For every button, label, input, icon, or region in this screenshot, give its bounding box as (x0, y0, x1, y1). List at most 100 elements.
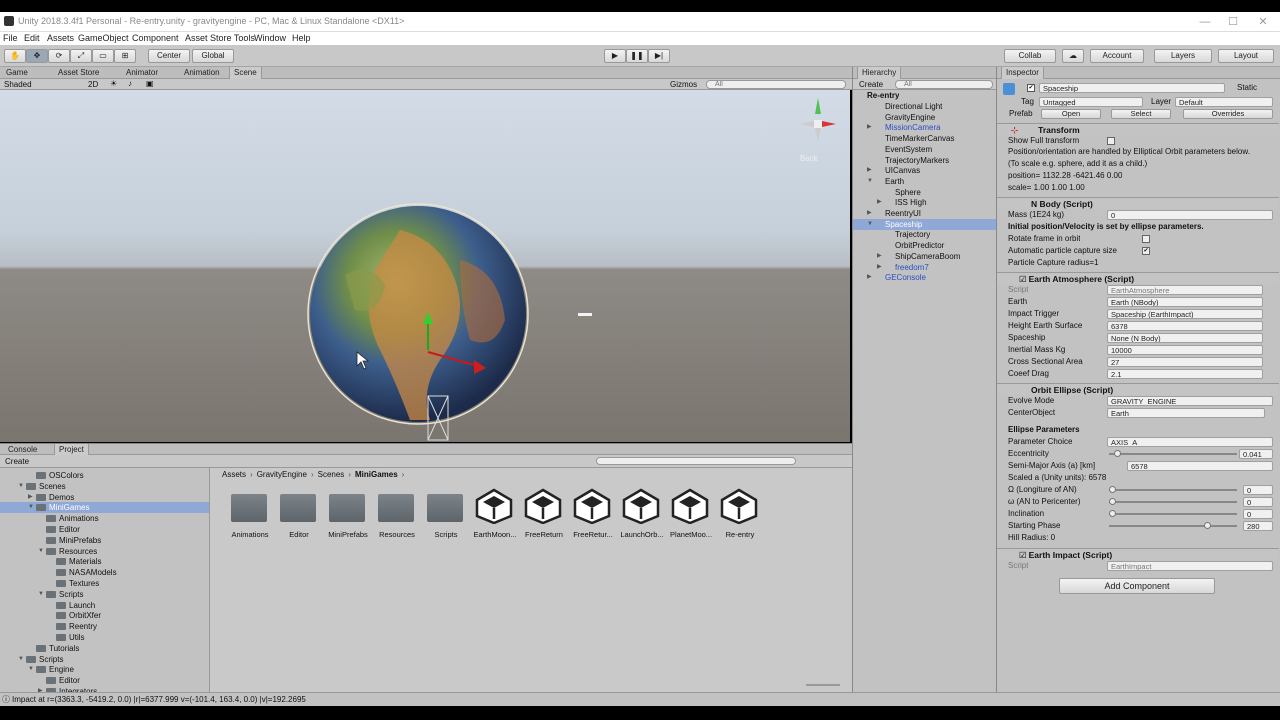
menu-file[interactable]: File (3, 33, 18, 43)
object-name-field[interactable]: Spaceship (1039, 83, 1225, 93)
project-tree-item[interactable]: Editor (0, 524, 209, 535)
project-tree-item[interactable]: ▼ Scripts (0, 589, 209, 600)
breadcrumb-item[interactable]: Scenes (318, 470, 345, 479)
eccentricity-slider-knob[interactable] (1114, 450, 1121, 457)
pivot-global-button[interactable]: Global (192, 49, 234, 63)
prefab-open-button[interactable]: Open (1041, 109, 1101, 119)
expand-arrow-icon[interactable]: ▼ (867, 219, 873, 230)
menu-help[interactable]: Help (292, 33, 311, 43)
hand-tool-icon[interactable]: ✋ (4, 49, 26, 63)
breadcrumb-item[interactable]: Assets (222, 470, 246, 479)
breadcrumb-item[interactable]: MiniGames (355, 470, 398, 479)
orbit-slider-track[interactable] (1109, 525, 1237, 527)
menu-component[interactable]: Component (132, 33, 179, 43)
breadcrumb-item[interactable]: GravityEngine (257, 470, 307, 479)
hierarchy-item[interactable]: ▶ ISS High (853, 197, 997, 208)
static-checkbox[interactable]: Static (1237, 82, 1257, 94)
hierarchy-search-input[interactable] (895, 80, 993, 89)
center-object-field[interactable]: Earth (1107, 408, 1265, 418)
project-tree-item[interactable]: ▼ Scripts (0, 654, 209, 665)
shading-dropdown[interactable]: Shaded (4, 80, 80, 89)
project-tree-item[interactable]: OrbitXfer (0, 610, 209, 621)
rotate-tool-icon[interactable]: ⟳ (48, 49, 70, 63)
expand-arrow-icon[interactable]: ▶ (867, 165, 872, 176)
atmosphere-field-value[interactable]: 27 (1107, 357, 1263, 367)
orbit-slider-value[interactable]: 280 (1243, 521, 1273, 531)
atmosphere-field-value[interactable]: 10000 (1107, 345, 1263, 355)
tree-arrow-icon[interactable]: ▼ (38, 546, 44, 557)
orbit-slider-knob[interactable] (1109, 510, 1116, 517)
hierarchy-item[interactable]: Trajectory (853, 229, 997, 240)
move-tool-icon[interactable]: ✥ (26, 49, 48, 63)
add-component-button[interactable]: Add Component (1059, 578, 1215, 594)
expand-arrow-icon[interactable]: ▶ (867, 208, 872, 219)
lighting-icon[interactable]: ☀ (110, 79, 122, 89)
scene-view[interactable]: Back (0, 90, 850, 442)
hierarchy-item[interactable]: TimeMarkerCanvas (853, 133, 997, 144)
asset-item[interactable]: Scripts (420, 488, 470, 548)
hierarchy-item[interactable]: ▶ ReentryUI (853, 208, 997, 219)
project-tree-item[interactable]: Textures (0, 578, 209, 589)
active-checkbox[interactable]: ✔ (1027, 84, 1035, 92)
mode-2d-toggle[interactable]: 2D (88, 80, 98, 89)
pivot-center-button[interactable]: Center (148, 49, 190, 63)
asset-item[interactable]: Animations (224, 488, 274, 548)
tag-dropdown[interactable]: Untagged (1039, 97, 1143, 107)
project-tree-item[interactable]: ▼ MiniGames (0, 502, 209, 514)
expand-arrow-icon[interactable]: ▶ (877, 197, 882, 208)
collab-button[interactable]: Collab (1004, 49, 1056, 63)
orbit-slider-track[interactable] (1109, 489, 1237, 491)
tab-asset-store[interactable]: Asset Store (54, 67, 103, 79)
layer-dropdown[interactable]: Default (1175, 97, 1273, 107)
expand-arrow-icon[interactable]: ▶ (867, 122, 872, 133)
hierarchy-item[interactable]: EventSystem (853, 144, 997, 155)
hierarchy-item[interactable]: ▶ UICanvas (853, 165, 997, 176)
pause-icon[interactable]: ❚❚ (626, 49, 648, 63)
orbit-slider-track[interactable] (1109, 513, 1237, 515)
prefab-select-button[interactable]: Select (1111, 109, 1171, 119)
maximize-icon[interactable]: ☐ (1218, 14, 1248, 30)
tree-arrow-icon[interactable]: ▼ (18, 654, 24, 665)
rotate-frame-checkbox[interactable] (1142, 235, 1150, 243)
eccentricity-field[interactable]: 0.041 (1239, 449, 1273, 459)
transform-tool-icon[interactable]: ⊞ (114, 49, 136, 63)
scene-search-input[interactable] (706, 80, 846, 89)
earth-atmosphere-header[interactable]: ☑ Earth Atmosphere (Script) (997, 272, 1279, 284)
project-tree-item[interactable]: Reentry (0, 621, 209, 632)
menu-asset-store-tools[interactable]: Asset Store Tools (185, 33, 255, 43)
hierarchy-item[interactable]: ▶ MissionCamera (853, 122, 997, 133)
project-tree-item[interactable]: ▼ Resources (0, 546, 209, 557)
asset-item[interactable]: Resources (371, 488, 421, 548)
tree-arrow-icon[interactable]: ▶ (28, 492, 33, 503)
atmosphere-field-value[interactable]: None (N Body) (1107, 333, 1263, 343)
orbit-slider-value[interactable]: 0 (1243, 485, 1273, 495)
audio-icon[interactable]: ♪ (128, 79, 140, 89)
expand-arrow-icon[interactable]: ▼ (867, 176, 873, 187)
icon-size-slider[interactable] (806, 684, 840, 686)
hierarchy-item[interactable]: OrbitPredictor (853, 240, 997, 251)
project-tree-item[interactable]: ▼ Scenes (0, 481, 209, 492)
scale-tool-icon[interactable]: ⤢ (70, 49, 92, 63)
orientation-gizmo-icon[interactable] (798, 96, 838, 146)
close-icon[interactable]: ✕ (1248, 14, 1278, 30)
hierarchy-item[interactable]: Directional Light (853, 101, 997, 112)
gizmos-dropdown[interactable]: Gizmos (670, 80, 697, 89)
prefab-overrides-dropdown[interactable]: Overrides (1183, 109, 1273, 119)
hierarchy-item[interactable]: ▶ freedom7 (853, 262, 997, 273)
project-tree-item[interactable]: OSColors (0, 470, 209, 481)
menu-window[interactable]: Window (254, 33, 286, 43)
asset-item[interactable]: LaunchOrb... (616, 488, 666, 548)
project-tree-item[interactable]: ▶ Demos (0, 492, 209, 503)
earth-impact-header[interactable]: ☑ Earth Impact (Script) (997, 548, 1279, 560)
play-icon[interactable]: ▶ (604, 49, 626, 63)
auto-capture-checkbox[interactable]: ✔ (1142, 247, 1150, 255)
hierarchy-create-button[interactable]: Create (859, 80, 883, 89)
nbody-header[interactable]: N Body (Script) (997, 197, 1279, 209)
project-tree-item[interactable]: ▼ Engine (0, 664, 209, 675)
hierarchy-item[interactable]: ▶ GEConsole (853, 272, 997, 283)
hierarchy-item[interactable]: Sphere (853, 187, 997, 198)
status-message[interactable]: Impact at r=(3363.3, -5419.2, 0.0) |r|=6… (12, 695, 306, 704)
project-tree-item[interactable]: Launch (0, 600, 209, 611)
orbit-slider-value[interactable]: 0 (1243, 497, 1273, 507)
tab-animator[interactable]: Animator (122, 67, 162, 79)
